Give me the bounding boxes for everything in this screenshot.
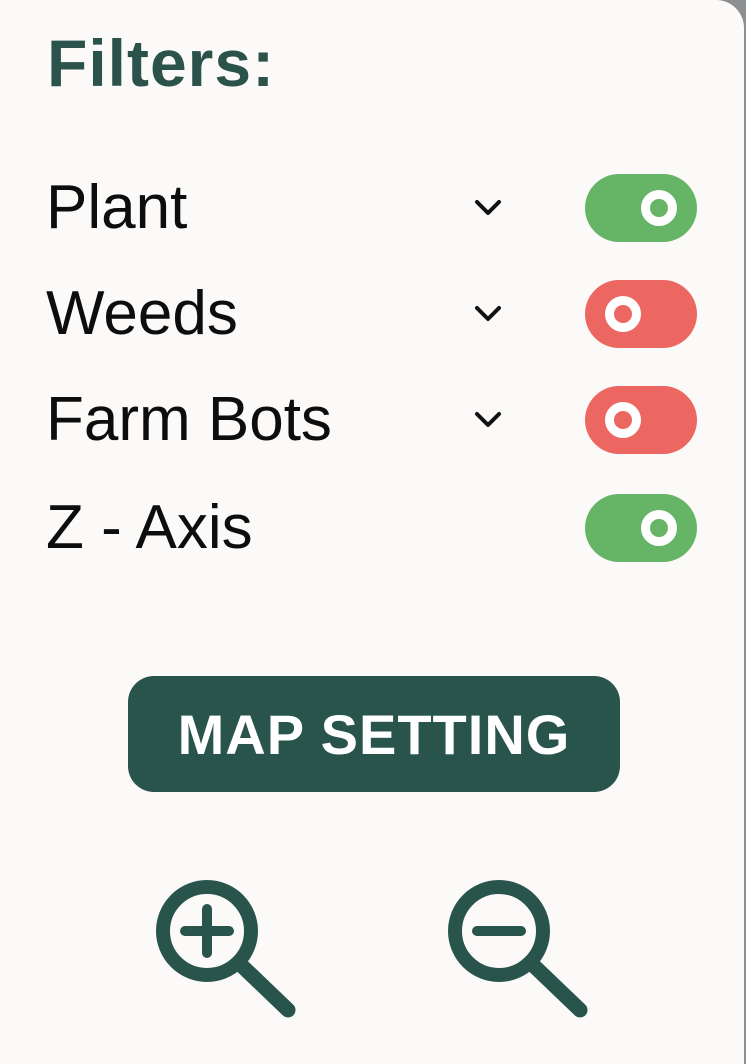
toggle-weeds[interactable] [585,280,697,348]
zoom-out-icon[interactable] [444,876,594,1026]
filter-row-farm-bots: Farm Bots [0,380,744,460]
filter-label-z-axis: Z - Axis [46,493,253,562]
toggle-plant[interactable] [585,174,697,242]
filter-label-farm-bots: Farm Bots [46,385,332,454]
filter-label-weeds: Weeds [46,279,238,348]
toggle-knob [605,296,641,332]
filter-label-plant: Plant [46,173,188,242]
chevron-down-icon[interactable] [472,194,504,222]
toggle-knob [641,510,677,546]
map-setting-button[interactable]: MAP SETTING [128,676,620,792]
filter-row-weeds: Weeds [0,274,744,354]
zoom-in-icon[interactable] [152,876,302,1026]
filter-row-plant: Plant [0,168,744,248]
toggle-knob [641,190,677,226]
filters-title: Filters: [47,26,276,100]
toggle-z-axis[interactable] [585,494,697,562]
toggle-knob [605,402,641,438]
chevron-down-icon[interactable] [472,406,504,434]
toggle-farm-bots[interactable] [585,386,697,454]
filter-row-z-axis: Z - Axis [0,488,744,568]
filters-panel: Filters: Plant Weeds Farm Bots Z - Axis [0,0,744,1064]
chevron-down-icon[interactable] [472,300,504,328]
